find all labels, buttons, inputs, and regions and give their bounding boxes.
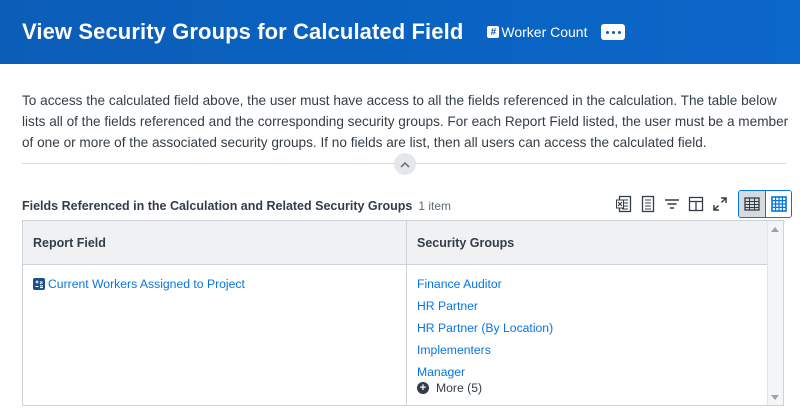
grid-item-count: 1 item — [418, 199, 452, 213]
calculator-glyph — [35, 280, 43, 289]
page-title: View Security Groups for Calculated Fiel… — [22, 19, 464, 44]
security-group-list: Finance Auditor HR Partner HR Partner (B… — [417, 277, 783, 387]
grid-title-text: Fields Referenced in the Calculation and… — [22, 199, 413, 213]
table-row: Current Workers Assigned to Project Fina… — [23, 265, 783, 405]
ellipsis-icon — [605, 30, 609, 34]
page-description: To access the calculated field above, th… — [22, 93, 789, 150]
export-to-excel-icon — [616, 195, 632, 213]
column-header-security-groups[interactable]: Security Groups — [407, 221, 783, 264]
security-group-link[interactable]: HR Partner — [417, 299, 783, 321]
related-actions-button[interactable] — [601, 24, 626, 40]
filter-button[interactable] — [660, 191, 684, 217]
table-header: Report Field Security Groups — [23, 221, 783, 265]
security-groups-table: Report Field Security Groups Current Wor… — [22, 220, 784, 406]
report-field-cell: Current Workers Assigned to Project — [23, 265, 407, 405]
column-header-report-field[interactable]: Report Field — [23, 221, 407, 264]
ellipsis-dot — [617, 30, 621, 34]
grid-view-icon — [770, 196, 787, 212]
fullscreen-button[interactable] — [708, 191, 732, 217]
chevron-up-icon — [400, 161, 410, 168]
hash-icon: # — [487, 26, 500, 38]
grid-toolbar — [612, 190, 792, 218]
fullscreen-icon — [713, 197, 727, 211]
scroll-down-arrow-icon[interactable] — [771, 395, 779, 400]
more-groups-label: More (5) — [436, 381, 483, 395]
plus-circle-icon: + — [417, 382, 429, 394]
report-field-link[interactable]: Current Workers Assigned to Project — [33, 277, 406, 291]
page-header: View Security Groups for Calculated Fiel… — [0, 0, 800, 64]
export-to-pdf-icon — [641, 195, 655, 213]
table-view-icon — [744, 197, 760, 211]
view-toggle — [738, 190, 792, 218]
security-groups-cell: Finance Auditor HR Partner HR Partner (B… — [407, 265, 783, 405]
filter-icon — [665, 199, 679, 209]
column-config-icon — [688, 196, 704, 212]
collapse-button[interactable] — [394, 153, 416, 175]
scroll-up-arrow-icon[interactable] — [771, 227, 779, 232]
table-view-button[interactable] — [739, 191, 765, 217]
field-chip-label: Worker Count — [501, 24, 588, 40]
export-to-excel-button[interactable] — [612, 191, 636, 217]
grid-view-button[interactable] — [765, 191, 791, 217]
table-scrollbar[interactable] — [767, 222, 783, 405]
calculated-field-icon — [33, 278, 45, 290]
grid-title: Fields Referenced in the Calculation and… — [22, 199, 451, 213]
ellipsis-dot — [611, 30, 615, 34]
security-group-link[interactable]: Finance Auditor — [417, 277, 783, 299]
column-config-button[interactable] — [684, 191, 708, 217]
export-to-pdf-button[interactable] — [636, 191, 660, 217]
security-group-link[interactable]: Implementers — [417, 343, 783, 365]
report-field-label: Current Workers Assigned to Project — [48, 277, 245, 291]
more-groups-button[interactable]: + More (5) — [417, 381, 783, 395]
field-chip[interactable]: # Worker Count — [487, 24, 587, 40]
security-group-link[interactable]: HR Partner (By Location) — [417, 321, 783, 343]
